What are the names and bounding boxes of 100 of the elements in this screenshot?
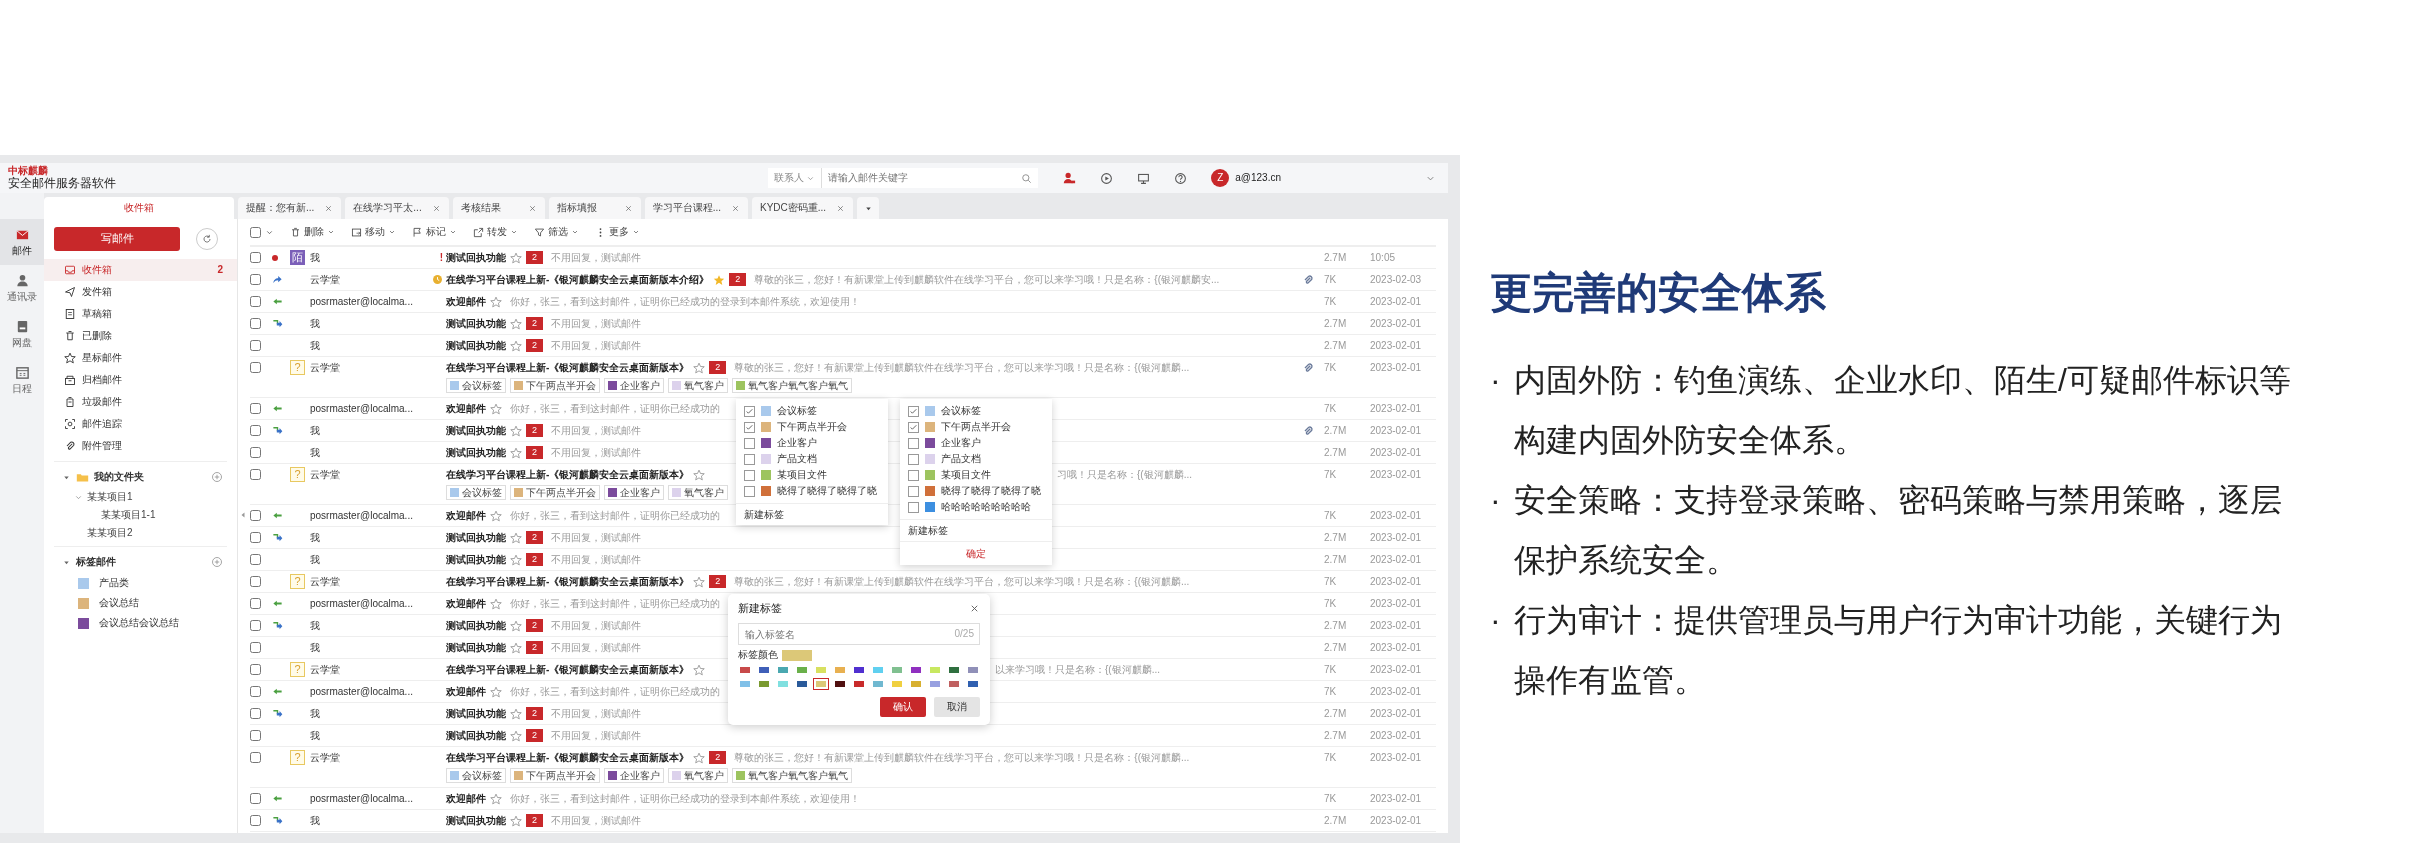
- color-swatch[interactable]: [776, 665, 790, 676]
- user-icon[interactable]: [1062, 171, 1077, 185]
- tag-option[interactable]: 下午两点半开会: [941, 421, 1011, 433]
- tag-option[interactable]: 晓得了晓得了晓得了晓: [777, 485, 877, 497]
- email-subject[interactable]: 测试回执功能: [446, 251, 506, 264]
- nav-item[interactable]: 通讯录: [0, 265, 44, 311]
- email-subject[interactable]: 欢迎邮件: [446, 295, 486, 308]
- add-icon[interactable]: [211, 471, 223, 483]
- folder-item[interactable]: 已删除: [44, 325, 237, 347]
- color-swatch[interactable]: [909, 665, 923, 676]
- star-icon[interactable]: [693, 751, 706, 764]
- color-swatch[interactable]: [738, 665, 752, 676]
- star-icon[interactable]: [510, 814, 522, 827]
- color-swatch[interactable]: [814, 679, 828, 690]
- toolbar-button[interactable]: 转发: [473, 226, 518, 238]
- tree-item[interactable]: 某某项目1-1: [101, 509, 156, 521]
- tag-label[interactable]: 产品类: [99, 577, 129, 589]
- email-subject[interactable]: 测试回执功能: [446, 424, 506, 437]
- tag-option[interactable]: 产品文档: [941, 453, 981, 465]
- folder-item[interactable]: 垃圾邮件: [44, 391, 237, 413]
- tag-option[interactable]: 下午两点半开会: [777, 421, 847, 433]
- color-swatch[interactable]: [890, 665, 904, 676]
- toolbar-button[interactable]: 筛选: [534, 226, 579, 238]
- color-swatch[interactable]: [833, 665, 847, 676]
- row-checkbox[interactable]: [250, 815, 261, 826]
- color-swatch[interactable]: [757, 679, 771, 690]
- email-subject[interactable]: 测试回执功能: [446, 531, 506, 544]
- color-swatch[interactable]: [795, 665, 809, 676]
- help-icon[interactable]: [1174, 171, 1188, 185]
- star-icon[interactable]: [713, 273, 726, 286]
- color-swatch[interactable]: [947, 665, 961, 676]
- checkbox[interactable]: [908, 405, 919, 417]
- close-icon[interactable]: [431, 203, 441, 213]
- checkbox[interactable]: [908, 453, 919, 465]
- checkbox[interactable]: [744, 469, 755, 481]
- color-swatch[interactable]: [966, 679, 980, 690]
- color-swatch[interactable]: [947, 679, 961, 690]
- row-checkbox[interactable]: [250, 708, 261, 719]
- row-checkbox[interactable]: [250, 340, 261, 351]
- toolbar-button[interactable]: 移动: [351, 226, 396, 238]
- row-checkbox[interactable]: [250, 793, 261, 804]
- tag-option[interactable]: 会议标签: [777, 405, 817, 417]
- tag-option[interactable]: 某项目文件: [941, 469, 991, 481]
- row-checkbox[interactable]: [250, 576, 261, 587]
- color-swatch[interactable]: [928, 679, 942, 690]
- checkbox[interactable]: [744, 421, 755, 433]
- row-checkbox[interactable]: [250, 318, 261, 329]
- color-swatch[interactable]: [871, 679, 885, 690]
- toolbar-button[interactable]: 更多: [595, 226, 640, 238]
- email-subject[interactable]: 测试回执功能: [446, 446, 506, 459]
- star-icon[interactable]: [510, 251, 522, 264]
- color-swatch[interactable]: [776, 679, 790, 690]
- star-icon[interactable]: [693, 361, 706, 374]
- refresh-button[interactable]: [196, 228, 218, 250]
- color-swatch[interactable]: [814, 665, 828, 676]
- tab[interactable]: 学习平台课程...: [644, 197, 749, 219]
- email-subject[interactable]: 欢迎邮件: [446, 597, 486, 610]
- color-swatch[interactable]: [852, 679, 866, 690]
- star-icon[interactable]: [510, 446, 522, 459]
- email-subject[interactable]: 欢迎邮件: [446, 509, 486, 522]
- tree-item[interactable]: 某某项目1: [87, 491, 133, 503]
- checkbox[interactable]: [908, 437, 919, 449]
- email-subject[interactable]: 在线学习平台课程上新-《银河麒麟安全云桌面新版本》: [446, 361, 690, 374]
- star-icon[interactable]: [510, 729, 522, 742]
- toolbar-button[interactable]: 删除: [290, 226, 335, 238]
- new-tag-button[interactable]: 新建标签: [736, 503, 888, 525]
- folder-item[interactable]: 星标邮件: [44, 347, 237, 369]
- close-icon[interactable]: [623, 203, 633, 213]
- star-icon[interactable]: [510, 424, 522, 437]
- checkbox[interactable]: [908, 421, 919, 433]
- close-icon[interactable]: [836, 203, 846, 213]
- close-icon[interactable]: [731, 203, 741, 213]
- star-icon[interactable]: [490, 597, 502, 610]
- color-swatch[interactable]: [909, 679, 923, 690]
- row-checkbox[interactable]: [250, 447, 261, 458]
- email-subject[interactable]: 测试回执功能: [446, 339, 506, 352]
- email-subject[interactable]: 欢迎邮件: [446, 685, 486, 698]
- folder-item[interactable]: 归档邮件: [44, 369, 237, 391]
- checkbox[interactable]: [908, 485, 919, 497]
- row-checkbox[interactable]: [250, 425, 261, 436]
- row-checkbox[interactable]: [250, 296, 261, 307]
- color-swatch[interactable]: [966, 665, 980, 676]
- checkbox[interactable]: [744, 405, 755, 417]
- nav-item[interactable]: 日程: [0, 357, 44, 403]
- add-icon[interactable]: [211, 556, 223, 568]
- row-checkbox[interactable]: [250, 664, 261, 675]
- row-checkbox[interactable]: [250, 620, 261, 631]
- star-icon[interactable]: [510, 641, 522, 654]
- star-icon[interactable]: [510, 707, 522, 720]
- close-icon[interactable]: [324, 203, 334, 213]
- row-checkbox[interactable]: [250, 752, 261, 763]
- folder-item[interactable]: 附件管理: [44, 435, 237, 457]
- tab[interactable]: 收件箱: [44, 197, 234, 219]
- star-icon[interactable]: [510, 553, 522, 566]
- cancel-button[interactable]: 取消: [934, 697, 980, 718]
- search-field[interactable]: 请输入邮件关键字: [822, 168, 1039, 188]
- star-icon[interactable]: [510, 317, 522, 330]
- tag-label[interactable]: 会议总结会议总结: [99, 617, 179, 629]
- toolbar-button[interactable]: 标记: [412, 226, 457, 238]
- star-icon[interactable]: [693, 575, 706, 588]
